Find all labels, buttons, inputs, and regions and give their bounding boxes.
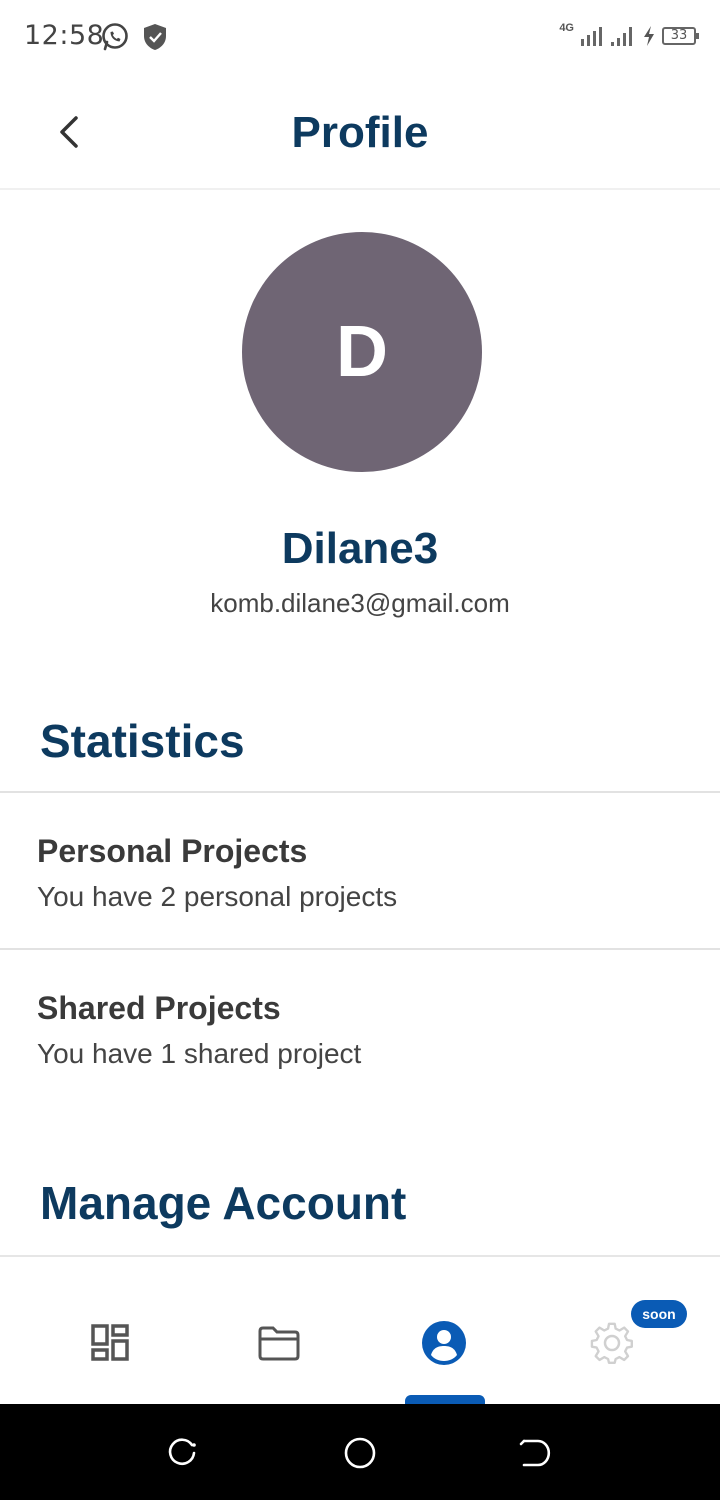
stat-description: You have 1 shared project [37, 1038, 362, 1069]
signal-4g-icon [581, 27, 602, 46]
system-navigation-bar [0, 1404, 720, 1500]
stat-personal-projects[interactable]: Personal Projects You have 2 personal pr… [0, 793, 720, 948]
nav-dashboard[interactable] [82, 1317, 138, 1369]
gear-icon [590, 1322, 633, 1364]
signal-icon [611, 27, 632, 46]
charging-icon [644, 26, 654, 46]
nav-projects[interactable] [251, 1317, 307, 1369]
stat-label: Personal Projects [37, 833, 308, 869]
statistics-title: Statistics [40, 715, 245, 767]
dashboard-icon [91, 1324, 129, 1361]
folder-icon [258, 1326, 300, 1361]
back-icon[interactable] [518, 1436, 552, 1470]
user-name: Dilane3 [281, 524, 439, 573]
user-email: komb.dilane3@gmail.com [210, 588, 510, 618]
whatsapp-icon [102, 23, 128, 51]
bottom-navigation: soon [0, 1255, 720, 1407]
app-header: Profile [0, 72, 720, 190]
user-circle-icon [422, 1321, 466, 1365]
stat-description: You have 2 personal projects [37, 881, 398, 912]
status-indicators: 4G 33 [559, 20, 699, 52]
network-type-label: 4G [559, 22, 574, 34]
soon-badge: soon [631, 1300, 687, 1328]
manage-account-title: Manage Account [40, 1177, 407, 1229]
stat-label: Shared Projects [37, 990, 281, 1026]
battery-icon: 33 [662, 27, 699, 45]
status-time: 12:58 [24, 20, 105, 51]
nav-profile[interactable] [416, 1317, 472, 1369]
home-icon[interactable] [343, 1436, 377, 1470]
page-title: Profile [291, 108, 429, 157]
status-bar: 12:58 4G 33 [0, 0, 720, 72]
nav-settings[interactable] [584, 1317, 640, 1369]
stat-shared-projects[interactable]: Shared Projects You have 1 shared projec… [0, 950, 720, 1105]
avatar: D [242, 232, 482, 472]
avatar-initial: D [336, 312, 388, 392]
shield-icon [144, 24, 166, 50]
recent-apps-icon[interactable] [166, 1436, 200, 1470]
